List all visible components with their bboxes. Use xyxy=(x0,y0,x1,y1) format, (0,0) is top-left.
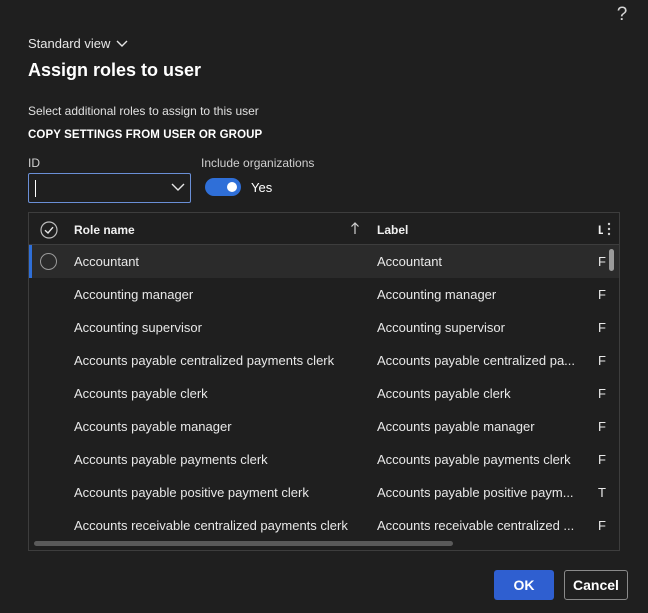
label-cell: Accounting supervisor xyxy=(377,320,505,335)
chevron-down-icon xyxy=(116,40,128,47)
toggle-state-text: Yes xyxy=(251,180,273,195)
label-cell: Accounts payable manager xyxy=(377,419,535,434)
more-options-icon[interactable] xyxy=(606,222,612,236)
horizontal-scrollbar[interactable] xyxy=(34,541,453,546)
role-name-cell: Accounting supervisor xyxy=(74,320,202,335)
roles-grid: Role name Label L Accountant Accountant … xyxy=(28,212,620,551)
table-row[interactable]: Accounts payable clerk Accounts payable … xyxy=(29,377,619,410)
role-name-cell: Accounts receivable centralized payments… xyxy=(74,518,348,533)
table-row[interactable]: Accounting supervisor Accounting supervi… xyxy=(29,311,619,344)
view-label: Standard view xyxy=(28,36,111,51)
role-name-cell: Accountant xyxy=(74,254,140,269)
help-icon[interactable]: ? xyxy=(612,4,632,26)
table-row[interactable]: Accounts payable manager Accounts payabl… xyxy=(29,410,619,443)
row-select-radio[interactable] xyxy=(40,253,57,270)
section-heading: COPY SETTINGS FROM USER OR GROUP xyxy=(28,129,263,141)
column-header-role-name[interactable]: Role name xyxy=(74,223,135,237)
include-organizations-toggle[interactable] xyxy=(205,178,241,196)
label-cell: Accounting manager xyxy=(377,287,497,302)
table-row[interactable]: Accounting manager Accounting manager F xyxy=(29,278,619,311)
truncated-cell: T xyxy=(598,485,606,500)
column-header-truncated[interactable]: L xyxy=(598,223,603,237)
label-cell: Accounts payable centralized pa... xyxy=(377,353,576,368)
grid-header: Role name Label L xyxy=(29,213,619,245)
view-selector[interactable]: Standard view xyxy=(28,36,128,51)
truncated-cell: F xyxy=(598,452,606,467)
role-name-cell: Accounts payable clerk xyxy=(74,386,208,401)
chevron-down-icon[interactable] xyxy=(171,183,185,192)
truncated-cell: F xyxy=(598,320,606,335)
column-header-label[interactable]: Label xyxy=(377,223,408,237)
label-cell: Accounts receivable centralized ... xyxy=(377,518,575,533)
vertical-scrollbar[interactable] xyxy=(609,249,614,271)
role-name-cell: Accounting manager xyxy=(74,287,194,302)
table-row[interactable]: Accounts payable centralized payments cl… xyxy=(29,344,619,377)
table-row[interactable]: Accounts receivable centralized payments… xyxy=(29,509,619,542)
page-subtitle: Select additional roles to assign to thi… xyxy=(28,104,259,118)
id-label: ID xyxy=(28,156,40,170)
text-caret xyxy=(35,180,36,197)
role-name-cell: Accounts payable payments clerk xyxy=(74,452,268,467)
truncated-cell: F xyxy=(598,419,606,434)
table-row[interactable]: Accounts payable payments clerk Accounts… xyxy=(29,443,619,476)
table-row[interactable]: Accounts payable positive payment clerk … xyxy=(29,476,619,509)
table-row[interactable]: Accountant Accountant F xyxy=(29,245,619,278)
ok-button[interactable]: OK xyxy=(494,570,554,600)
role-name-cell: Accounts payable manager xyxy=(74,419,232,434)
truncated-cell: F xyxy=(598,254,606,269)
select-all-checkmark-icon[interactable] xyxy=(40,221,58,239)
label-cell: Accounts payable positive paym... xyxy=(377,485,574,500)
label-cell: Accounts payable clerk xyxy=(377,386,511,401)
page-title: Assign roles to user xyxy=(28,60,202,80)
truncated-cell: F xyxy=(598,518,606,533)
truncated-cell: F xyxy=(598,386,606,401)
label-cell: Accountant xyxy=(377,254,443,269)
truncated-cell: F xyxy=(598,353,606,368)
role-name-cell: Accounts payable centralized payments cl… xyxy=(74,353,335,368)
toggle-knob xyxy=(227,182,237,192)
truncated-cell: F xyxy=(598,287,606,302)
role-name-cell: Accounts payable positive payment clerk xyxy=(74,485,309,500)
label-cell: Accounts payable payments clerk xyxy=(377,452,571,467)
include-organizations-label: Include organizations xyxy=(201,156,315,170)
id-combobox[interactable] xyxy=(28,173,191,203)
cancel-button[interactable]: Cancel xyxy=(564,570,628,600)
grid-body: Accountant Accountant F Accounting manag… xyxy=(29,245,619,542)
sort-ascending-icon[interactable] xyxy=(350,221,360,235)
